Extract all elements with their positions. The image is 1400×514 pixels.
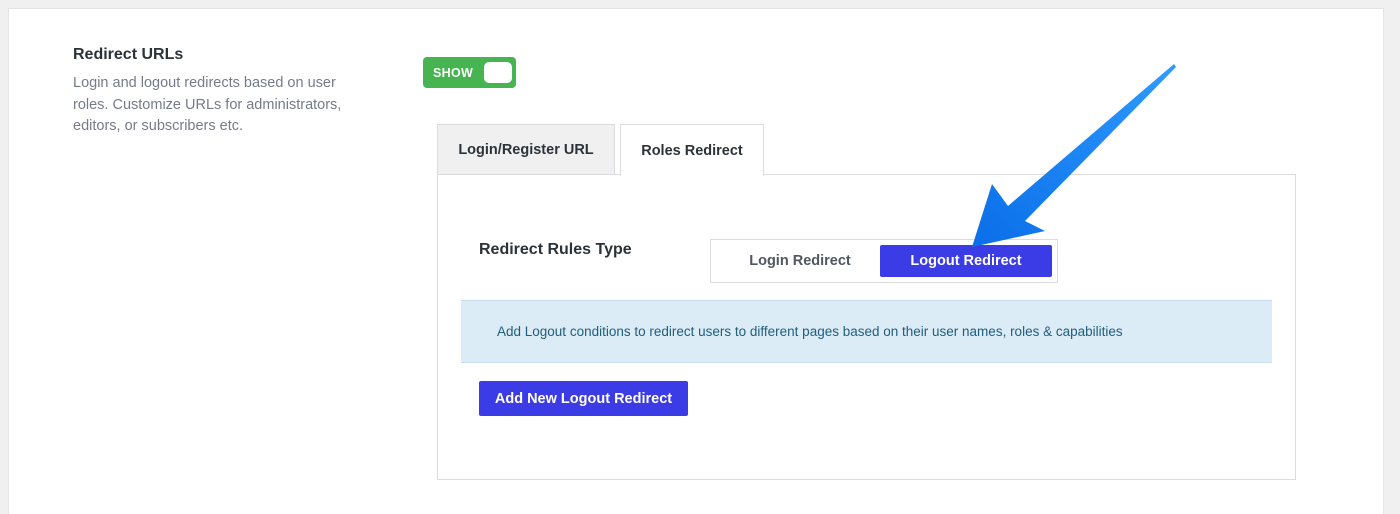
show-toggle[interactable]: SHOW [423, 57, 516, 88]
section-title: Redirect URLs [73, 46, 184, 63]
logout-redirect-option[interactable]: Logout Redirect [880, 245, 1052, 277]
redirect-rules-type-label: Redirect Rules Type [479, 241, 632, 258]
notice-text: Add Logout conditions to redirect users … [497, 324, 1123, 339]
toggle-label: SHOW [433, 65, 474, 80]
tab-roles-redirect[interactable]: Roles Redirect [620, 124, 764, 176]
roles-redirect-panel: Redirect Rules Type Login Redirect Logou… [437, 174, 1296, 480]
info-notice: Add Logout conditions to redirect users … [461, 300, 1272, 363]
section-description: Login and logout redirects based on user… [73, 75, 342, 134]
add-new-logout-redirect-button[interactable]: Add New Logout Redirect [479, 381, 688, 416]
login-redirect-option[interactable]: Login Redirect [720, 245, 880, 277]
settings-card: Redirect URLs Login and logout redirects… [8, 8, 1384, 514]
tab-login-register-url[interactable]: Login/Register URL [437, 124, 615, 175]
toggle-knob [484, 62, 512, 83]
redirect-type-switch: Login Redirect Logout Redirect [710, 239, 1058, 283]
